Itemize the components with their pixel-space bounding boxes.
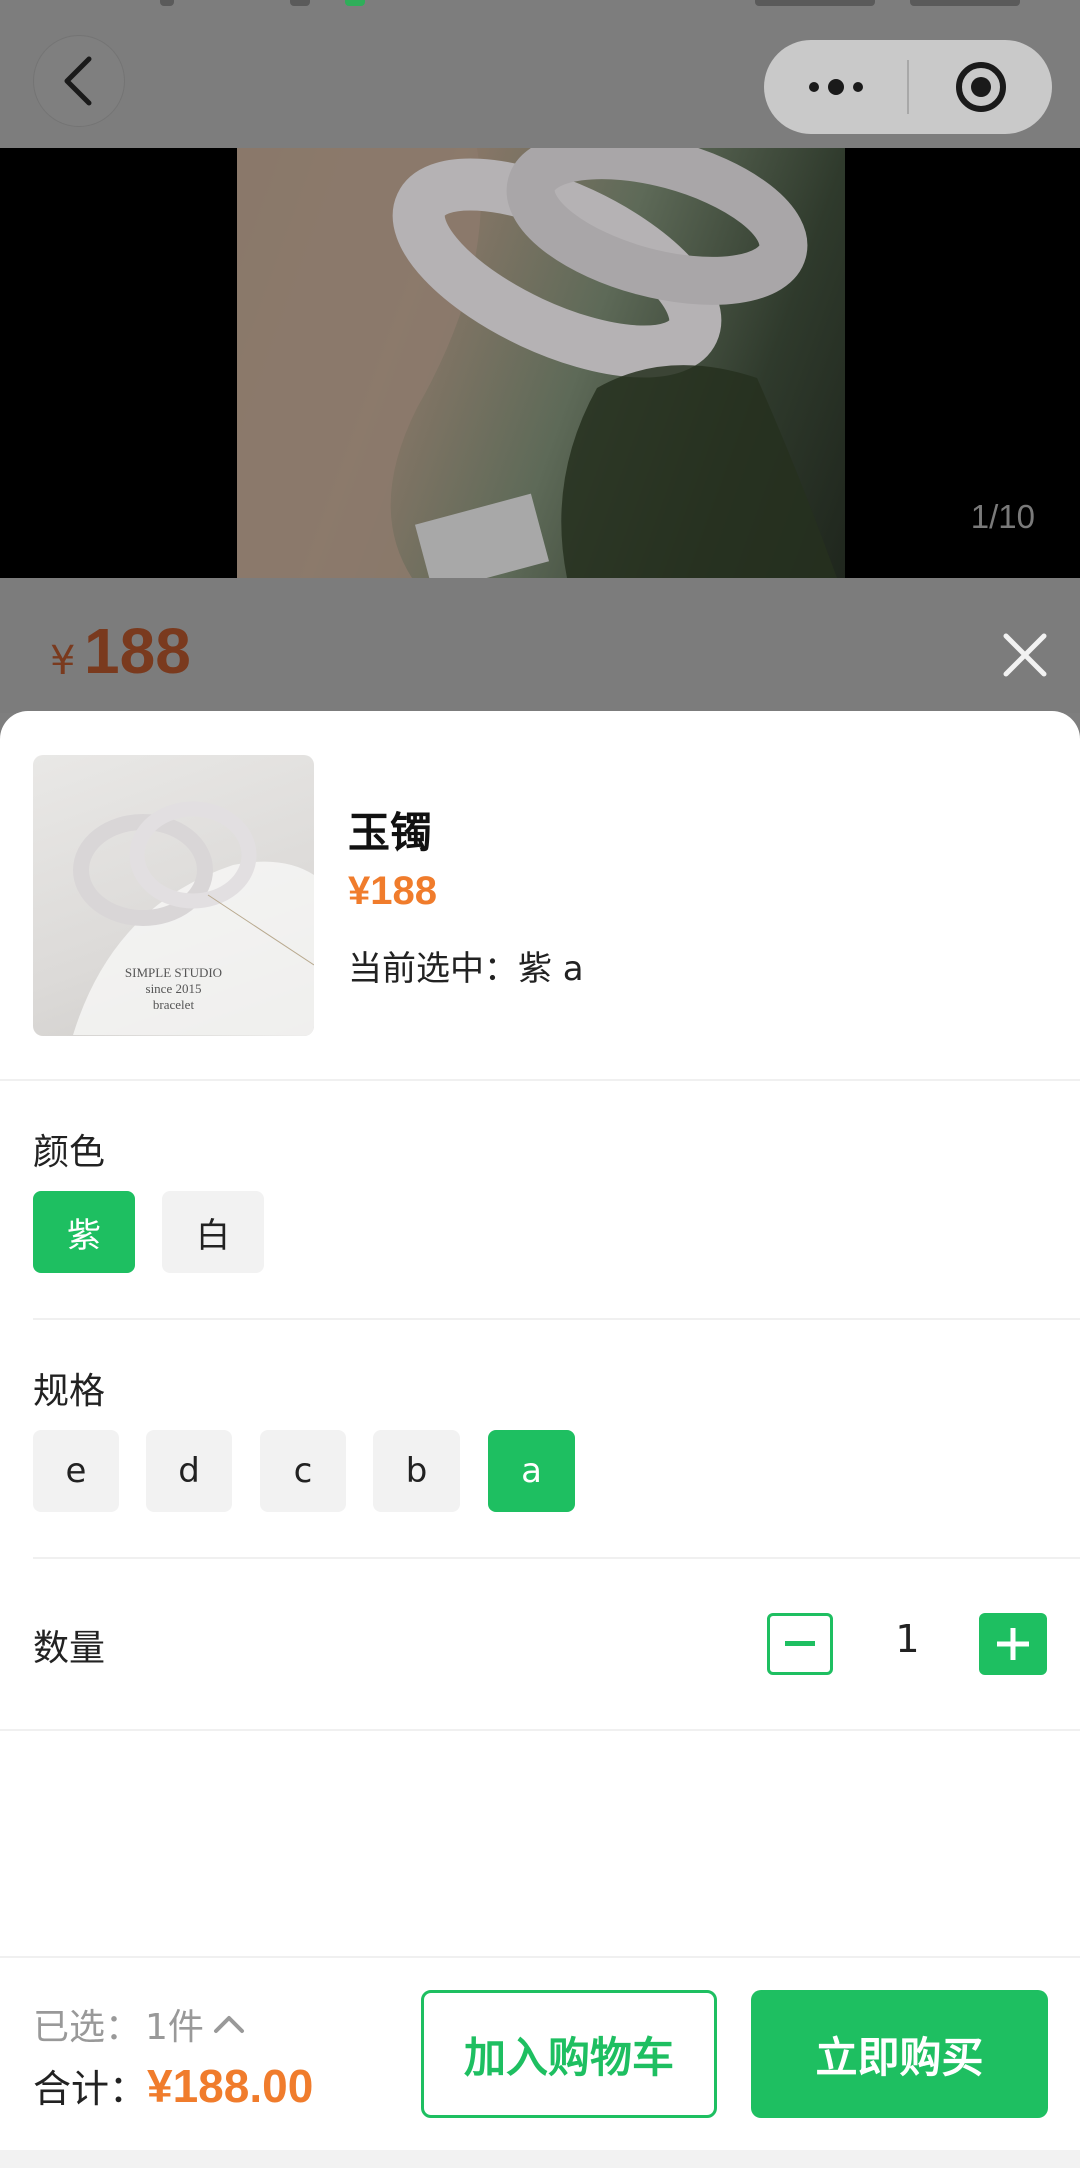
total-row: 合计： ¥188.00	[33, 2058, 313, 2113]
checkout-bar: 已选： 1件 合计： ¥188.00 加入购物车 立即购买	[0, 1956, 1080, 2168]
spec-option-b[interactable]: b	[373, 1430, 460, 1512]
product-photo	[237, 148, 845, 578]
minus-icon	[785, 1641, 815, 1646]
currency-symbol: ¥	[50, 638, 76, 684]
divider	[33, 1557, 1080, 1559]
sheet-price: ¥188	[348, 869, 437, 913]
product-price-strip: ¥ 188	[0, 578, 1080, 713]
thumbnail-caption: SIMPLE STUDIO since 2015 bracelet	[33, 965, 314, 1013]
chevron-left-icon	[64, 56, 92, 106]
status-bar-fragment	[345, 0, 365, 6]
quantity-label: 数量	[33, 1628, 106, 1669]
more-button[interactable]	[764, 40, 907, 134]
selected-count: 1件	[145, 2007, 204, 2048]
thumbnail-caption-line: bracelet	[152, 997, 195, 1012]
product-name: 玉镯	[348, 808, 433, 857]
product-thumbnail: SIMPLE STUDIO since 2015 bracelet	[33, 755, 314, 1036]
thumbnail-caption-line: since 2015	[145, 981, 202, 996]
spec-option-e[interactable]: e	[33, 1430, 119, 1512]
close-icon[interactable]	[1000, 630, 1050, 680]
color-option-purple[interactable]: 紫	[33, 1191, 135, 1273]
sku-selector-sheet: SIMPLE STUDIO since 2015 bracelet 玉镯 ¥18…	[0, 711, 1080, 2168]
close-miniprogram-button[interactable]	[909, 40, 1052, 134]
home-indicator	[0, 2150, 1080, 2168]
spec-option-c[interactable]: c	[260, 1430, 346, 1512]
selected-variant-text: 当前选中：紫 a	[348, 949, 584, 989]
more-dots-icon	[808, 79, 863, 95]
status-bar-fragment	[755, 0, 875, 6]
divider	[33, 1318, 1080, 1320]
spec-option-a[interactable]: a	[488, 1430, 575, 1512]
total-amount: ¥188.00	[147, 2060, 314, 2112]
thumbnail-caption-line: SIMPLE STUDIO	[124, 965, 223, 980]
mini-program-capsule	[764, 40, 1052, 134]
color-label: 颜色	[33, 1132, 106, 1173]
target-circle-icon	[955, 62, 1006, 112]
back-button[interactable]	[33, 35, 125, 127]
quantity-value[interactable]: 1	[860, 1617, 955, 1661]
plus-icon	[997, 1628, 1029, 1660]
status-bar-fragment	[160, 0, 174, 6]
product-price: 188	[84, 615, 191, 687]
quantity-decrease-button[interactable]	[767, 1613, 833, 1675]
product-gallery[interactable]: 1/10	[0, 148, 1080, 578]
spec-label: 规格	[33, 1371, 106, 1412]
color-option-white[interactable]: 白	[162, 1191, 264, 1273]
divider	[0, 1729, 1080, 1731]
add-to-cart-button[interactable]: 加入购物车	[421, 1990, 717, 2118]
status-bar-fragment	[910, 0, 1020, 6]
status-bar-fragment	[290, 0, 310, 6]
divider	[0, 1079, 1080, 1081]
bangle-photo	[237, 148, 837, 578]
quantity-increase-button[interactable]	[979, 1613, 1047, 1675]
total-label: 合计：	[33, 2067, 148, 2111]
selected-summary[interactable]: 已选： 1件	[33, 1998, 246, 2050]
spec-option-d[interactable]: d	[146, 1430, 232, 1512]
chevron-up-icon	[213, 2016, 244, 2033]
buy-now-button[interactable]: 立即购买	[751, 1990, 1048, 2118]
selected-label: 已选：	[33, 2007, 142, 2048]
gallery-counter: 1/10	[970, 498, 1035, 535]
navigation-bar	[0, 0, 1080, 148]
